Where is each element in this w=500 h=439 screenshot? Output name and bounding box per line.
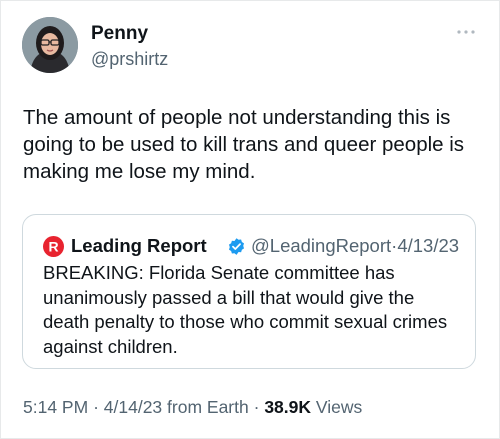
logo-letter: R [48,239,58,255]
tweet-date[interactable]: 4/14/23 [104,397,162,417]
tweet-text: The amount of people not understanding t… [23,106,465,183]
views-count: 38.9K [264,397,312,417]
tweet-metadata: 5:14 PM · 4/14/23 from Earth · 38.9K Vie… [23,397,362,418]
author-name[interactable]: Penny [91,23,148,45]
more-options-icon[interactable] [454,27,478,37]
quoted-date[interactable]: 4/13/23 [397,235,459,256]
leading-report-logo-icon: R [43,236,64,257]
quoted-handle-date: @LeadingReport·4/13/23 [251,235,459,257]
quoted-tweet-text: BREAKING: Florida Senate committee has u… [43,262,448,357]
user-avatar-photo-icon [22,17,78,73]
quoted-tweet[interactable]: R Leading Report @LeadingReport·4/13/23 … [22,214,476,369]
tweet-time[interactable]: 5:14 PM [23,397,88,417]
tweet-card: Penny @prshirtz The amount of people not… [0,0,500,439]
author-avatar[interactable] [22,17,78,73]
meta-separator: · [93,397,99,417]
meta-separator: · [253,397,260,417]
tweet-location: from Earth [167,397,249,417]
quoted-author-name[interactable]: Leading Report [71,235,207,257]
verified-badge-icon [228,238,245,255]
views-label: Views [315,397,363,417]
author-handle[interactable]: @prshirtz [91,49,168,70]
quoted-author-handle[interactable]: @LeadingReport [251,235,391,256]
